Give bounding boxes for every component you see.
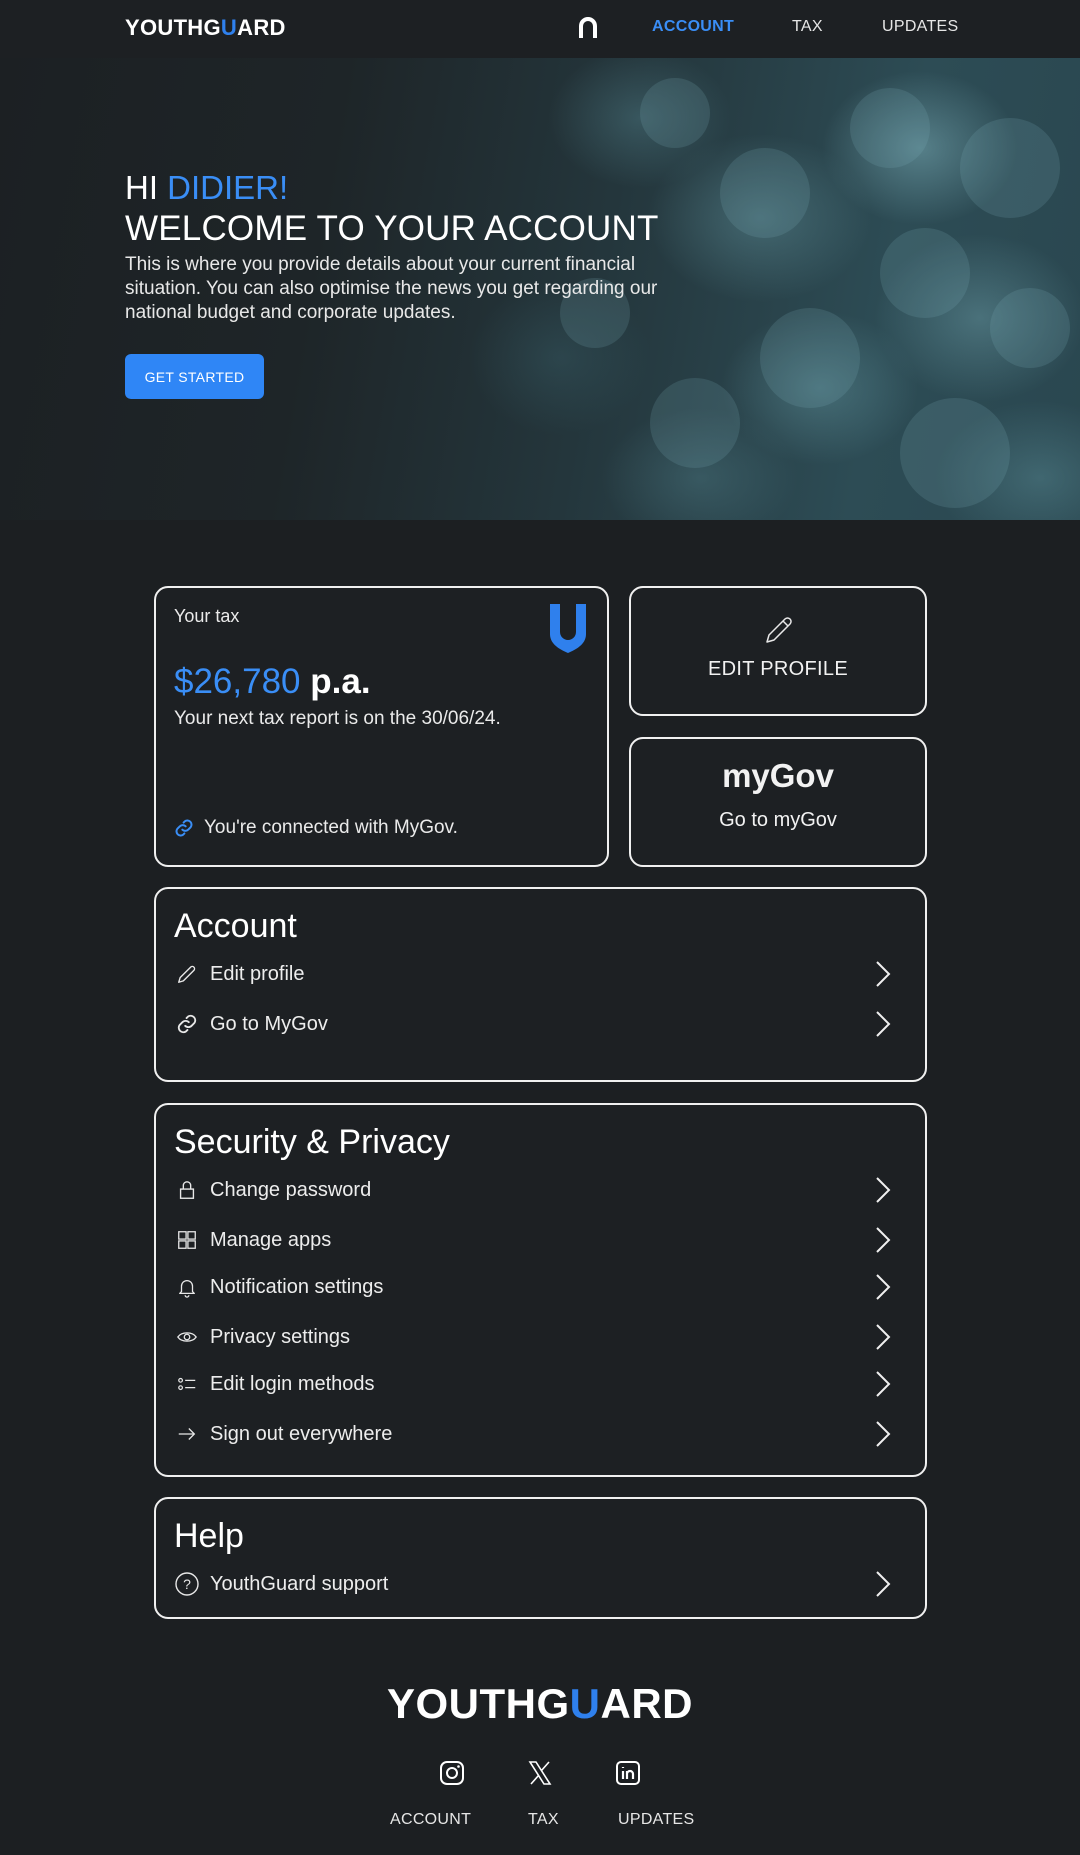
account-section: Account Edit profile Go to MyGov [154, 887, 927, 1082]
arrow-right-icon [178, 1428, 196, 1440]
help-row-support[interactable]: ? YouthGuard support [174, 1568, 907, 1600]
chevron-right-icon [876, 1227, 891, 1253]
list-icon [178, 1377, 196, 1391]
security-row-manage-apps[interactable]: Manage apps [174, 1224, 907, 1256]
help-section: Help ? YouthGuard support [154, 1497, 927, 1619]
footer-link-tax[interactable]: TAX [528, 1811, 559, 1829]
nav-link-account[interactable]: ACCOUNT [652, 18, 734, 36]
security-row-sign-out[interactable]: Sign out everywhere [174, 1418, 907, 1450]
x-icon[interactable] [527, 1760, 553, 1786]
lock-icon [179, 1181, 195, 1199]
hero-description: This is where you provide details about … [125, 254, 658, 323]
chevron-right-icon [876, 1421, 891, 1447]
mygov-logo: myGov [722, 757, 834, 794]
account-row-edit-profile[interactable]: Edit profile [174, 958, 907, 990]
tax-card[interactable]: Your tax $26,780 p.a. Your next tax repo… [154, 586, 609, 867]
help-title: Help [174, 1517, 244, 1555]
instagram-icon[interactable] [439, 1760, 465, 1786]
hero-banner: HI DIDIER! WELCOME TO YOUR ACCOUNT This … [0, 58, 1080, 520]
tax-amount-unit: p.a. [310, 662, 371, 701]
logo-text-u: U [220, 15, 238, 40]
security-row-change-password[interactable]: Change password [174, 1174, 907, 1206]
chevron-right-icon [876, 961, 891, 987]
svg-text:?: ? [183, 1576, 191, 1592]
footer-link-updates[interactable]: UPDATES [618, 1811, 694, 1829]
pencil-icon [178, 965, 196, 983]
chevron-right-icon [876, 1571, 891, 1597]
connection-text: You're connected with MyGov. [204, 817, 458, 838]
edit-profile-card[interactable]: EDIT PROFILE [629, 586, 927, 716]
shield-u-icon [550, 604, 586, 653]
account-row-mygov[interactable]: Go to MyGov [174, 1008, 907, 1040]
footer-logo-right: ARD [600, 1680, 693, 1727]
grid-icon [178, 1231, 196, 1249]
get-started-button[interactable]: GET STARTED [125, 354, 264, 399]
footer-link-account[interactable]: ACCOUNT [390, 1811, 471, 1829]
brand-logo[interactable]: YOUTHG U ARD [125, 15, 286, 41]
security-title: Security & Privacy [174, 1123, 450, 1161]
security-row-notifications[interactable]: Notification settings [174, 1271, 907, 1303]
row-label: Edit profile [210, 962, 305, 985]
top-nav: YOUTHG U ARD ACCOUNT TAX UPDATES [0, 0, 1080, 58]
row-label: Change password [210, 1178, 372, 1201]
row-label: Sign out everywhere [210, 1422, 393, 1445]
chevron-right-icon [876, 1011, 891, 1037]
tax-amount-value: $26,780 [174, 662, 301, 701]
greeting-prefix: HI [125, 169, 168, 206]
link-icon [175, 819, 193, 837]
row-label: Privacy settings [210, 1325, 351, 1348]
security-section: Security & Privacy Change password Manag… [154, 1103, 927, 1477]
footer-logo-left: YOUTHG [386, 1680, 570, 1727]
footer-logo[interactable]: YOUTHGUARD [0, 1680, 1080, 1728]
pencil-icon [766, 617, 792, 643]
bell-icon [179, 1280, 195, 1298]
row-label: Edit login methods [210, 1372, 375, 1395]
linkedin-icon[interactable] [615, 1760, 641, 1786]
logo-text-left: YOUTHG [125, 15, 221, 40]
chevron-right-icon [876, 1371, 891, 1397]
arch-home-icon[interactable] [578, 16, 598, 38]
tax-label: Your tax [174, 606, 240, 626]
user-name: DIDIER! [167, 169, 289, 206]
footer-logo-u: U [569, 1680, 601, 1727]
tax-next-report: Your next tax report is on the 30/06/24. [174, 708, 501, 729]
logo-text-right: ARD [237, 15, 286, 40]
chevron-right-icon [876, 1324, 891, 1350]
edit-profile-label: EDIT PROFILE [708, 658, 848, 680]
mygov-connection-status: You're connected with MyGov. [174, 817, 458, 839]
mygov-card[interactable]: myGov Go to myGov [629, 737, 927, 867]
hero-greeting: HI DIDIER! [125, 169, 288, 207]
security-row-login-methods[interactable]: Edit login methods [174, 1368, 907, 1400]
question-icon: ? [175, 1572, 199, 1596]
row-label: Manage apps [210, 1228, 332, 1251]
account-title: Account [174, 907, 297, 945]
mygov-label: Go to myGov [719, 809, 837, 831]
eye-icon [177, 1332, 197, 1342]
hero-title: WELCOME TO YOUR ACCOUNT [125, 209, 659, 248]
row-label: YouthGuard support [210, 1572, 389, 1595]
row-label: Notification settings [210, 1275, 384, 1298]
nav-link-updates[interactable]: UPDATES [882, 18, 958, 36]
tax-amount: $26,780 p.a. [174, 662, 371, 702]
security-row-privacy[interactable]: Privacy settings [174, 1321, 907, 1353]
chevron-right-icon [876, 1177, 891, 1203]
row-label: Go to MyGov [210, 1012, 328, 1035]
chevron-right-icon [876, 1274, 891, 1300]
link-icon [177, 1014, 197, 1034]
nav-link-tax[interactable]: TAX [792, 18, 823, 36]
